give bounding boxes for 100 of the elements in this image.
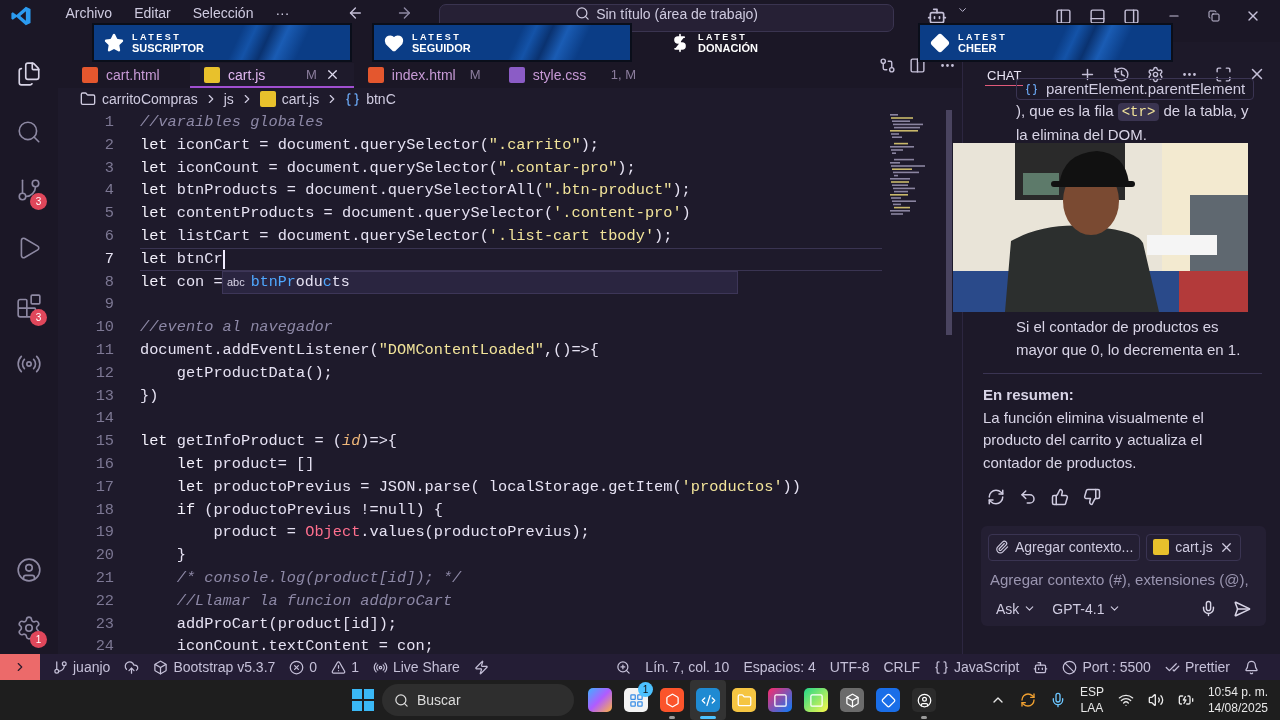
suggestion-item[interactable]: abc btnProducts: [222, 270, 738, 294]
status-item[interactable]: Port : 5500: [1055, 659, 1158, 675]
warning-icon: [331, 659, 347, 675]
line-number: 1: [103, 112, 114, 133]
status-item[interactable]: JavaScript: [927, 659, 1027, 675]
tab-status: M: [469, 67, 481, 82]
line-number: 15: [94, 431, 114, 453]
code-reference[interactable]: parentElement.parentElement: [1016, 78, 1255, 100]
editor-tab[interactable]: index.html M: [353, 63, 495, 88]
count-badge: 3: [30, 193, 47, 210]
editor-tab[interactable]: cart.js M: [190, 63, 354, 88]
forward-icon[interactable]: [396, 4, 413, 22]
clock[interactable]: 10:54 p. m. 14/08/2025: [1207, 684, 1268, 716]
settings-button[interactable]: 1: [7, 606, 51, 650]
code-line: let listCart = document.querySelector('.list-cart tbody');: [140, 226, 673, 247]
line-number: 9: [103, 294, 114, 316]
donation-label: LATEST DONACIÓN: [698, 32, 758, 54]
code-line: let iconCount = document.querySelector(".contar-pro");: [140, 157, 636, 179]
menu-item[interactable]: Selección: [184, 4, 262, 22]
source-control-button[interactable]: 3: [7, 168, 51, 212]
count-badge: 1: [30, 631, 47, 648]
line-number: 8: [103, 271, 114, 293]
status-item[interactable]: Bootstrap v5.3.7: [146, 659, 283, 675]
html-file-icon: [367, 66, 384, 83]
menu-item[interactable]: ···: [267, 4, 298, 22]
status-item[interactable]: 1: [324, 659, 366, 675]
diamond-icon: [930, 32, 950, 53]
cloud-upload-icon[interactable]: [124, 659, 140, 675]
breadcrumb-item[interactable]: cart.js: [259, 91, 320, 107]
robot-icon[interactable]: [1033, 659, 1049, 675]
file-chip[interactable]: cart.js: [1146, 534, 1241, 561]
braces-icon: [934, 659, 949, 675]
editor-tab[interactable]: cart.html: [68, 63, 190, 88]
line-number: 5: [103, 203, 114, 225]
search-icon: [575, 6, 591, 21]
status-item[interactable]: Prettier: [1157, 659, 1237, 675]
status-item[interactable]: Lín. 7, col. 10: [638, 659, 737, 675]
heart-icon: [384, 32, 404, 53]
microphone-icon[interactable]: [1200, 600, 1217, 618]
status-item[interactable]: Espacios: 4: [736, 659, 823, 675]
status-item[interactable]: 0: [282, 659, 325, 675]
menu-item[interactable]: Editar: [126, 4, 179, 22]
code-line: }: [175, 545, 186, 567]
code-line: //evento al navegador: [140, 317, 333, 339]
code-line: product = Object.values(productoPrevius);: [212, 522, 590, 544]
taskbar-app[interactable]: 1: [618, 680, 654, 720]
account-icon: [16, 557, 42, 583]
chat-input-field[interactable]: Agregar contexto (#), extensiones (@),: [988, 566, 1259, 592]
retry-icon[interactable]: [987, 488, 1005, 506]
extensions-button[interactable]: 3: [7, 284, 51, 328]
js-file-icon: [204, 66, 220, 83]
line-number: 16: [94, 453, 114, 475]
taskbar-search-field[interactable]: Buscar: [382, 684, 574, 716]
code-line: let contentProducts = document.querySelector('.content-pro'): [140, 203, 691, 225]
language-indicator[interactable]: ESP LAA: [1079, 684, 1104, 716]
line-number: 4: [103, 180, 114, 202]
wifi-icon[interactable]: [1117, 692, 1134, 708]
status-item[interactable]: juanjo: [46, 659, 118, 675]
status-item[interactable]: UTF-8: [822, 659, 877, 675]
line-number: 19: [94, 522, 114, 544]
error-icon: [289, 659, 305, 675]
line-number: 13: [94, 385, 114, 407]
js-file-icon: [259, 91, 276, 107]
sync-icon[interactable]: [1019, 692, 1036, 708]
undo-icon[interactable]: [1019, 488, 1037, 506]
model-picker[interactable]: GPT-4.1: [1052, 597, 1122, 620]
code-line: iconCount.textContent = con;: [175, 636, 434, 654]
battery-icon[interactable]: [1177, 692, 1194, 708]
code-line: addProCart(product[id]);: [175, 613, 398, 635]
breadcrumb-item[interactable]: btnC: [345, 91, 396, 107]
thumbs-down-icon[interactable]: [1083, 488, 1101, 506]
taskbar-app[interactable]: [690, 680, 726, 720]
bell-icon[interactable]: [1244, 659, 1259, 675]
mode-picker[interactable]: Ask: [996, 597, 1037, 620]
code-line: let btnCr: [140, 248, 223, 270]
settings-icon: [16, 615, 42, 641]
editor-tab[interactable]: style.css 1, M: [494, 63, 650, 88]
lightning-icon[interactable]: [473, 659, 489, 675]
scrollbar-thumb[interactable]: [946, 110, 952, 335]
zoom-icon[interactable]: [616, 659, 632, 675]
answer-paragraph: ), que es la fila <tr> de la tabla, y la elimina del DOM.: [1016, 101, 1250, 145]
chat-tab[interactable]: CHAT: [985, 66, 1024, 86]
windows-logo-icon[interactable]: [352, 689, 374, 711]
code-line: //Llamar la funcion addproCart: [175, 590, 453, 612]
tab-status: 1, M: [610, 67, 636, 82]
status-item[interactable]: CRLF: [876, 659, 927, 675]
breadcrumb-item[interactable]: js: [223, 91, 234, 107]
answer-paragraph: Si el contador de productos es mayor que 0, lo decrementa en 1.: [1016, 317, 1242, 360]
files-icon: [16, 61, 42, 87]
status-item[interactable]: Live Share: [365, 659, 467, 675]
breadcrumb-item[interactable]: carritoCompras: [80, 91, 198, 107]
no-entry-icon: [1062, 659, 1078, 675]
code-line: }): [140, 385, 159, 407]
volume-icon[interactable]: [1147, 692, 1164, 708]
send-icon[interactable]: [1233, 599, 1251, 618]
menu-item[interactable]: Archivo: [57, 4, 121, 22]
search-icon: [394, 692, 409, 708]
thumbs-up-icon[interactable]: [1051, 488, 1069, 506]
add-context-chip[interactable]: Agregar contexto...: [988, 534, 1141, 561]
line-number: 6: [103, 226, 114, 247]
